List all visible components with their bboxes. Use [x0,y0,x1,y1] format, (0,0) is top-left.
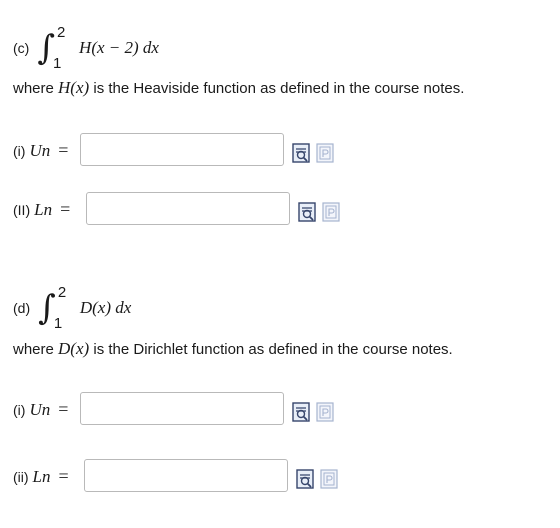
desc-prefix: where [13,80,54,97]
equation-editor-icon[interactable] [322,202,340,222]
part-d-question-2: (ii) Ln = [13,466,73,487]
preview-icon[interactable] [292,402,310,422]
equals-sign: = [58,140,69,160]
equation-editor-icon[interactable] [316,143,334,163]
preview-icon[interactable] [298,202,316,222]
question-label: (II) [13,201,31,218]
upper-limit: 2 [57,284,67,301]
equals-sign: = [58,466,69,486]
desc-suffix: is the Dirichlet function as defined in … [93,341,453,358]
preview-icon[interactable] [292,143,310,163]
equation-editor-icon[interactable] [316,402,334,422]
desc-prefix: where [13,341,54,358]
part-c-integral: (c) ∫ 2 1 H(x − 2) dx [13,24,159,72]
equals-sign: = [60,199,71,219]
integral-limits: 2 1 [53,24,69,72]
question-variable: Ln [34,199,53,219]
question-variable: Un [29,140,51,160]
desc-math: H(x) [58,78,90,97]
upper-limit: 2 [57,24,66,41]
equals-sign: = [58,399,69,419]
equation-editor-icon[interactable] [320,469,338,489]
part-d-description: where D(x) is the Dirichlet function as … [13,339,453,359]
part-d-integral: (d) ∫ 2 1 D(x) dx [13,284,131,332]
answer-input-d1[interactable] [80,392,284,425]
question-label: (i) [13,142,26,159]
desc-math: D(x) [58,339,90,358]
integrand: D(x) dx [79,298,132,317]
part-c-description: where H(x) is the Heaviside function as … [13,78,464,98]
part-c-label: (c) [13,40,30,56]
question-label: (i) [13,401,26,418]
part-c-question-2: (II) Ln = [13,199,74,220]
answer-input-d2[interactable] [84,459,288,492]
question-variable: Un [29,399,51,419]
integrand: H(x − 2) dx [79,38,159,57]
integral-limits: 2 1 [53,284,70,332]
desc-suffix: is the Heaviside function as defined in … [93,80,465,97]
part-d-label: (d) [13,300,31,316]
part-d-question-1: (i) Un = [13,399,72,420]
part-c-question-1: (i) Un = [13,140,72,161]
lower-limit: 1 [53,55,62,72]
preview-icon[interactable] [296,469,314,489]
lower-limit: 1 [53,315,63,332]
question-label: (ii) [13,468,29,485]
answer-input-c2[interactable] [86,192,290,225]
answer-input-c1[interactable] [80,133,284,166]
question-variable: Ln [32,466,51,486]
